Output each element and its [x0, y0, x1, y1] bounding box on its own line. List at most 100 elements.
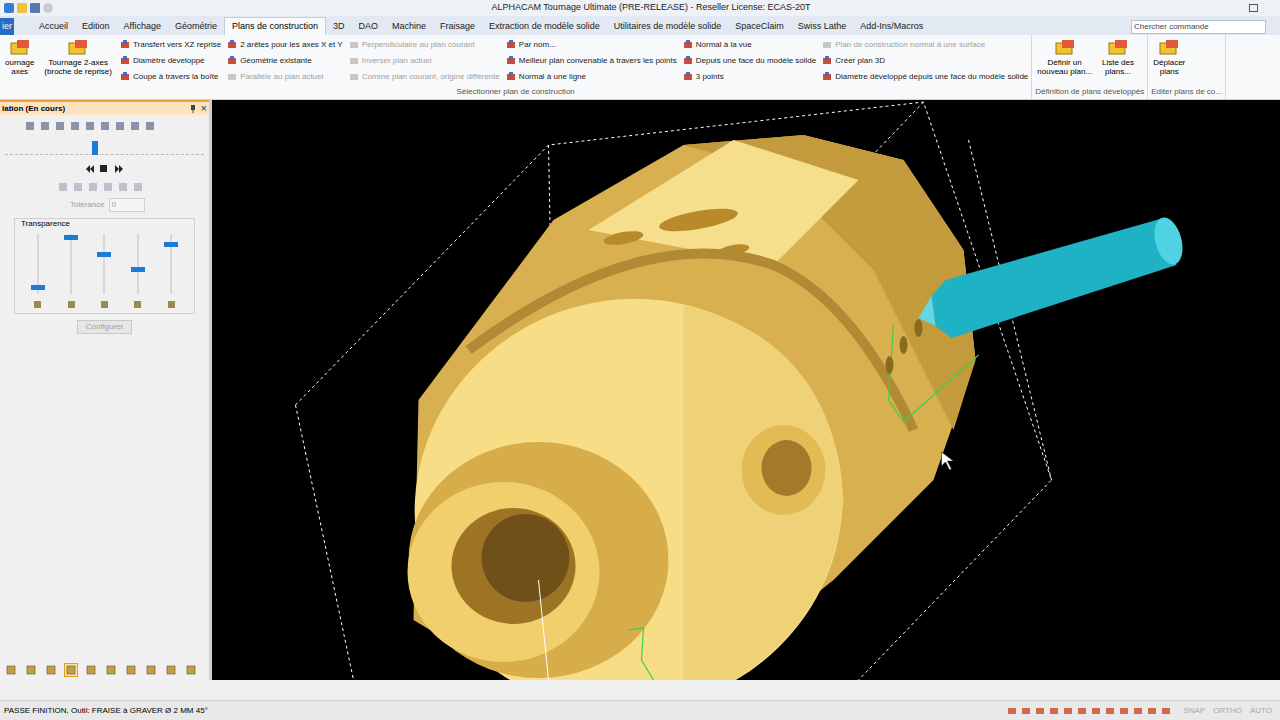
- ribbon-item[interactable]: Depuis une face du modèle solide: [683, 55, 817, 67]
- button-label[interactable]: Définir un nouveau plan...: [1037, 58, 1092, 76]
- vertical-slider[interactable]: [31, 234, 45, 294]
- ribbon-large-button[interactable]: ournage axes: [3, 38, 36, 86]
- slider-thumb[interactable]: [92, 141, 98, 155]
- tab-label[interactable]: SpaceClaim: [735, 20, 784, 34]
- item-label[interactable]: Par nom...: [519, 39, 556, 51]
- ribbon-item[interactable]: Diamètre développé: [120, 55, 221, 67]
- tab-label[interactable]: 3D: [333, 20, 345, 34]
- button-label[interactable]: Tournage 2-axes (broche de reprise): [44, 58, 112, 76]
- ribbon-tab[interactable]: SpaceClaim: [728, 18, 791, 35]
- tab-label[interactable]: ier: [2, 20, 12, 34]
- item-label[interactable]: Diamètre développé: [133, 55, 205, 67]
- ribbon-tab[interactable]: Géométrie: [168, 18, 224, 35]
- view-tool[interactable]: [84, 663, 98, 677]
- item-label[interactable]: Diamètre développé depuis une face du mo…: [835, 71, 1028, 83]
- item-label[interactable]: Perpendiculaire au plan courant: [362, 39, 475, 51]
- status-indicator[interactable]: SNAP: [1179, 705, 1209, 717]
- view-tool[interactable]: [144, 663, 158, 677]
- item-label[interactable]: Depuis une face du modèle solide: [696, 55, 817, 67]
- ribbon-item[interactable]: Par nom...: [506, 39, 677, 51]
- ribbon-large-button[interactable]: Déplacer plans: [1151, 38, 1187, 86]
- ribbon-item[interactable]: Géométrie existante: [227, 55, 343, 67]
- tab-label[interactable]: Swiss Lathe: [798, 20, 847, 34]
- tolerance-value[interactable]: 0: [112, 200, 116, 209]
- ribbon-tab[interactable]: DAO: [352, 18, 386, 35]
- view-tool[interactable]: [64, 663, 78, 677]
- item-label[interactable]: Inverser plan actuel: [362, 55, 432, 67]
- item-label[interactable]: Normal à la vue: [696, 39, 752, 51]
- search-input[interactable]: [1131, 20, 1266, 34]
- item-label[interactable]: Parallèle au plan actuel: [240, 71, 323, 83]
- ribbon-item[interactable]: Meilleur plan convenable à travers les p…: [506, 55, 677, 67]
- tab-label[interactable]: Machine: [392, 20, 426, 34]
- slider-thumb[interactable]: [131, 267, 145, 272]
- close-button[interactable]: ×: [201, 103, 207, 114]
- ribbon-item[interactable]: 3 points: [683, 71, 817, 83]
- view-tool[interactable]: [44, 663, 58, 677]
- configure-button[interactable]: Configurer: [77, 320, 132, 334]
- view-tool[interactable]: [104, 663, 118, 677]
- ribbon-item[interactable]: Normal à une ligne: [506, 71, 677, 83]
- item-label[interactable]: 2 arêtes pour les axes X et Y: [240, 39, 343, 51]
- slider-thumb[interactable]: [97, 252, 111, 257]
- view-tool[interactable]: [184, 663, 198, 677]
- ribbon-tab[interactable]: Machine: [385, 18, 433, 35]
- ribbon-tab[interactable]: Fraisage: [433, 18, 482, 35]
- button-label[interactable]: Liste des plans...: [1102, 58, 1134, 76]
- open-icon[interactable]: [17, 3, 27, 13]
- tab-label[interactable]: Utilitaires de modèle solide: [614, 20, 722, 34]
- view-tool[interactable]: [124, 663, 138, 677]
- ribbon-item[interactable]: Coupe à travers la boîte: [120, 71, 221, 83]
- ribbon-item[interactable]: Plan de construction normal à une surfac…: [822, 39, 1028, 51]
- ribbon-item[interactable]: Parallèle au plan actuel: [227, 71, 343, 83]
- ribbon-tab[interactable]: 3D: [326, 18, 352, 35]
- ribbon-item[interactable]: Comme plan courant, origine différente: [349, 71, 500, 83]
- item-label[interactable]: Plan de construction normal à une surfac…: [835, 39, 985, 51]
- save-icon[interactable]: [30, 3, 40, 13]
- vertical-slider[interactable]: [97, 234, 111, 294]
- item-label[interactable]: Normal à une ligne: [519, 71, 586, 83]
- viewport[interactable]: [212, 100, 1280, 680]
- button-label[interactable]: Déplacer plans: [1153, 58, 1185, 76]
- ribbon-item[interactable]: Perpendiculaire au plan courant: [349, 39, 500, 51]
- status-indicator[interactable]: AUTO: [1246, 705, 1276, 717]
- tab-label[interactable]: DAO: [359, 20, 379, 34]
- position-slider[interactable]: [5, 141, 204, 155]
- ribbon-item[interactable]: 2 arêtes pour les axes X et Y: [227, 39, 343, 51]
- tab-label[interactable]: Affichage: [124, 20, 161, 34]
- undo-icon[interactable]: [43, 3, 53, 13]
- ribbon-tab[interactable]: ier: [0, 18, 14, 35]
- view-tool[interactable]: [164, 663, 178, 677]
- button-label[interactable]: ournage axes: [5, 58, 34, 76]
- vertical-slider[interactable]: [64, 234, 78, 294]
- view-tool[interactable]: [4, 663, 18, 677]
- view-tool[interactable]: [24, 663, 38, 677]
- ribbon-tab[interactable]: Plans de construction: [224, 17, 326, 35]
- ribbon-item[interactable]: Normal à la vue: [683, 39, 817, 51]
- ribbon-tab[interactable]: Edition: [75, 18, 117, 35]
- slider-thumb[interactable]: [164, 242, 178, 247]
- configure-label[interactable]: Configurer: [86, 321, 123, 333]
- item-label[interactable]: 3 points: [696, 71, 724, 83]
- ribbon-tab[interactable]: Accueil: [32, 18, 75, 35]
- status-indicator[interactable]: ORTHO: [1209, 705, 1246, 717]
- item-label[interactable]: Créer plan 3D: [835, 55, 885, 67]
- ribbon-large-button[interactable]: Définir un nouveau plan...: [1035, 38, 1094, 86]
- ribbon-item[interactable]: Diamètre développé depuis une face du mo…: [822, 71, 1028, 83]
- item-label[interactable]: Comme plan courant, origine différente: [362, 71, 500, 83]
- vertical-slider[interactable]: [164, 234, 178, 294]
- ribbon-item[interactable]: Inverser plan actuel: [349, 55, 500, 67]
- app-icon[interactable]: [4, 3, 14, 13]
- slider-thumb[interactable]: [64, 235, 78, 240]
- tab-label[interactable]: Géométrie: [175, 20, 217, 34]
- ribbon-item[interactable]: Transfert vers XZ reprise: [120, 39, 221, 51]
- tab-label[interactable]: Edition: [82, 20, 110, 34]
- item-label[interactable]: Coupe à travers la boîte: [133, 71, 218, 83]
- ribbon-tab[interactable]: Add-Ins/Macros: [853, 18, 930, 35]
- ribbon-tab[interactable]: Extraction de modèle solide: [482, 18, 607, 35]
- tab-label[interactable]: Fraisage: [440, 20, 475, 34]
- tab-label[interactable]: Plans de construction: [232, 20, 318, 34]
- ribbon-large-button[interactable]: Tournage 2-axes (broche de reprise): [42, 38, 114, 86]
- tab-label[interactable]: Accueil: [39, 20, 68, 34]
- ribbon-item[interactable]: Créer plan 3D: [822, 55, 1028, 67]
